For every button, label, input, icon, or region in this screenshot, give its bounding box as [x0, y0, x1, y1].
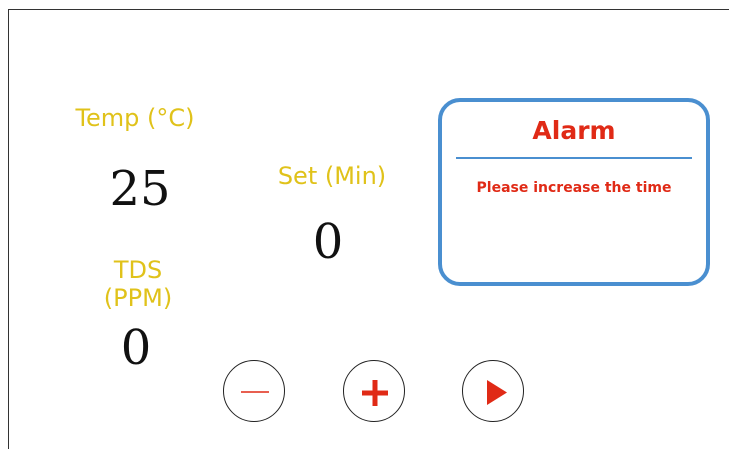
alarm-divider	[456, 157, 692, 159]
alarm-panel: Alarm Please increase the time	[438, 98, 710, 286]
plus-icon	[362, 380, 388, 406]
minus-icon	[241, 391, 269, 393]
play-icon	[487, 380, 507, 405]
controller-screen: Temp (°C) 25 Set (Min) 0 TDS (PPM) 0 Ala…	[0, 0, 729, 449]
tds-label: TDS (PPM)	[103, 256, 173, 312]
set-time-value: 0	[312, 214, 344, 270]
frame-left-border	[8, 9, 9, 449]
alarm-message: Please increase the time	[476, 180, 672, 196]
decrease-button[interactable]	[223, 360, 285, 422]
increase-button[interactable]	[343, 360, 405, 422]
tds-value: 0	[120, 320, 152, 376]
temperature-value: 25	[109, 161, 171, 217]
start-button[interactable]	[462, 360, 524, 422]
frame-top-border	[8, 9, 729, 10]
temperature-label: Temp (°C)	[75, 104, 195, 132]
alarm-title: Alarm	[532, 116, 616, 145]
set-time-label: Set (Min)	[277, 162, 387, 190]
